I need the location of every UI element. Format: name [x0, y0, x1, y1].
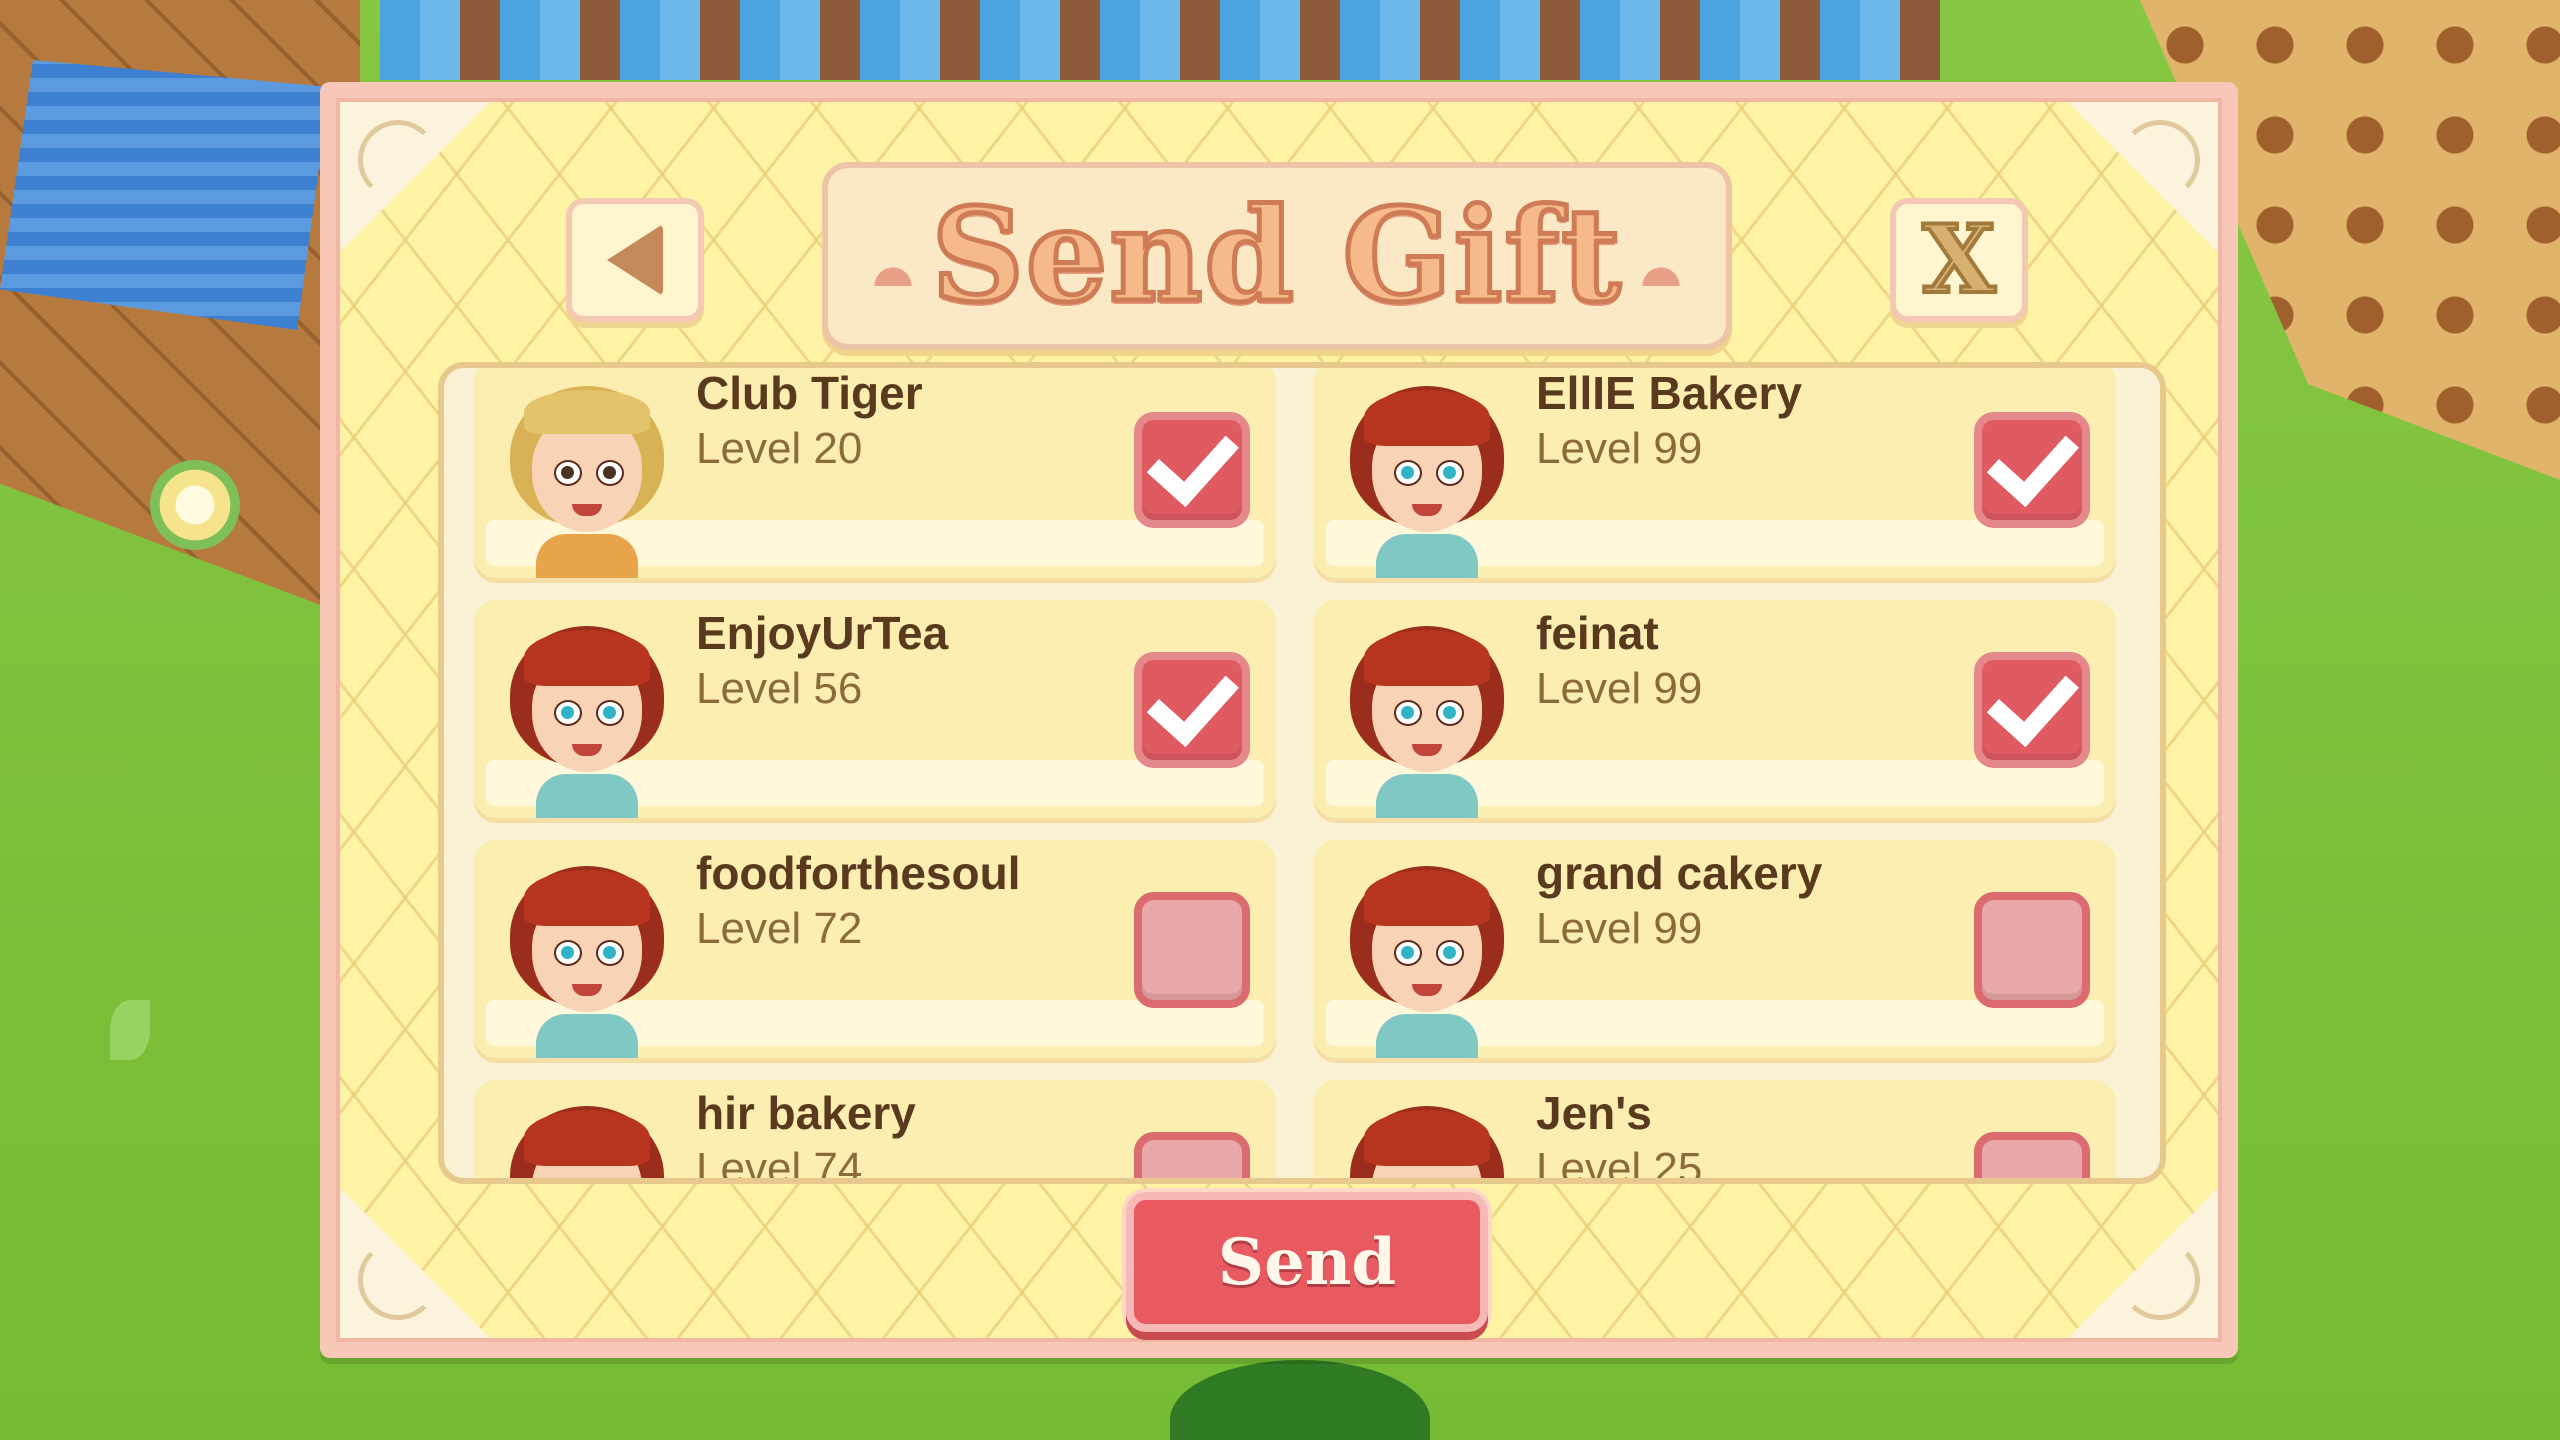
checkmark-icon	[1986, 652, 2079, 748]
friend-level: Level 99	[1536, 664, 1703, 713]
flower-vase-decoration	[150, 460, 240, 550]
gift-checkbox[interactable]	[1134, 892, 1250, 1008]
friend-name: foodforthesoul	[696, 847, 1021, 899]
friend-card[interactable]: foodforthesoul Level 72	[474, 840, 1276, 1058]
friend-name: EnjoyUrTea	[696, 607, 949, 659]
friend-card[interactable]: hir bakery Level 74	[474, 1080, 1276, 1178]
close-button[interactable]: X	[1890, 198, 2028, 322]
send-gift-dialog: Send Gift X Club Tiger Level 20 EllIE Bake…	[320, 82, 2238, 1358]
friend-card[interactable]: EllIE Bakery Level 99	[1314, 367, 2116, 578]
gift-checkbox[interactable]	[1134, 1132, 1250, 1178]
friend-level: Level 99	[1536, 424, 1703, 473]
gift-checkbox[interactable]	[1974, 412, 2090, 528]
close-icon: X	[1921, 205, 1998, 315]
avatar	[1342, 848, 1512, 1058]
avatar	[1342, 608, 1512, 818]
gift-checkbox[interactable]	[1134, 652, 1250, 768]
friend-name: EllIE Bakery	[1536, 367, 1802, 419]
friend-level: Level 25	[1536, 1144, 1703, 1178]
corner-ornament	[340, 102, 490, 252]
back-arrow-icon	[607, 224, 663, 296]
avatar	[502, 848, 672, 1058]
title-plaque: Send Gift	[822, 162, 1732, 350]
avatar	[1342, 368, 1512, 578]
checkmark-icon	[1146, 652, 1239, 748]
corner-ornament	[2068, 1188, 2218, 1338]
corner-ornament	[340, 1188, 490, 1338]
friend-level: Level 72	[696, 904, 863, 953]
back-button[interactable]	[566, 198, 704, 322]
friend-name: Club Tiger	[696, 367, 923, 419]
avatar	[502, 368, 672, 578]
dialog-title: Send Gift	[929, 179, 1623, 334]
checkmark-icon	[1146, 412, 1239, 508]
friend-card[interactable]: Club Tiger Level 20	[474, 367, 1276, 578]
avatar	[1342, 1088, 1512, 1178]
friend-list-panel[interactable]: Club Tiger Level 20 EllIE Bakery Level 99 En…	[438, 362, 2166, 1184]
dialog-body: Send Gift X Club Tiger Level 20 EllIE Bake…	[336, 98, 2222, 1342]
bakery-counter-strip	[380, 0, 1940, 80]
leaf-decoration	[110, 1000, 150, 1060]
corner-ornament	[2068, 102, 2218, 252]
flourish-icon	[858, 226, 928, 286]
flourish-icon	[1626, 226, 1696, 286]
friend-name: grand cakery	[1536, 847, 1823, 899]
friend-level: Level 20	[696, 424, 863, 473]
gift-checkbox[interactable]	[1974, 652, 2090, 768]
friend-list[interactable]: Club Tiger Level 20 EllIE Bakery Level 99 En…	[474, 367, 2130, 1178]
friend-card[interactable]: Jen's Level 25	[1314, 1080, 2116, 1178]
friend-card[interactable]: EnjoyUrTea Level 56	[474, 600, 1276, 818]
gift-checkbox[interactable]	[1974, 1132, 2090, 1178]
gift-checkbox[interactable]	[1134, 412, 1250, 528]
gift-checkbox[interactable]	[1974, 892, 2090, 1008]
avatar	[502, 1088, 672, 1178]
avatar	[502, 608, 672, 818]
friend-name: feinat	[1536, 607, 1659, 659]
friend-card[interactable]: feinat Level 99	[1314, 600, 2116, 818]
blue-rug	[0, 60, 330, 330]
friend-level: Level 99	[1536, 904, 1703, 953]
send-button-label: Send	[1217, 1224, 1397, 1300]
friend-level: Level 56	[696, 664, 863, 713]
friend-name: hir bakery	[696, 1087, 916, 1139]
send-button[interactable]: Send	[1126, 1192, 1488, 1332]
checkmark-icon	[1986, 412, 2079, 508]
friend-level: Level 74	[696, 1144, 863, 1178]
friend-name: Jen's	[1536, 1087, 1652, 1139]
friend-card[interactable]: grand cakery Level 99	[1314, 840, 2116, 1058]
